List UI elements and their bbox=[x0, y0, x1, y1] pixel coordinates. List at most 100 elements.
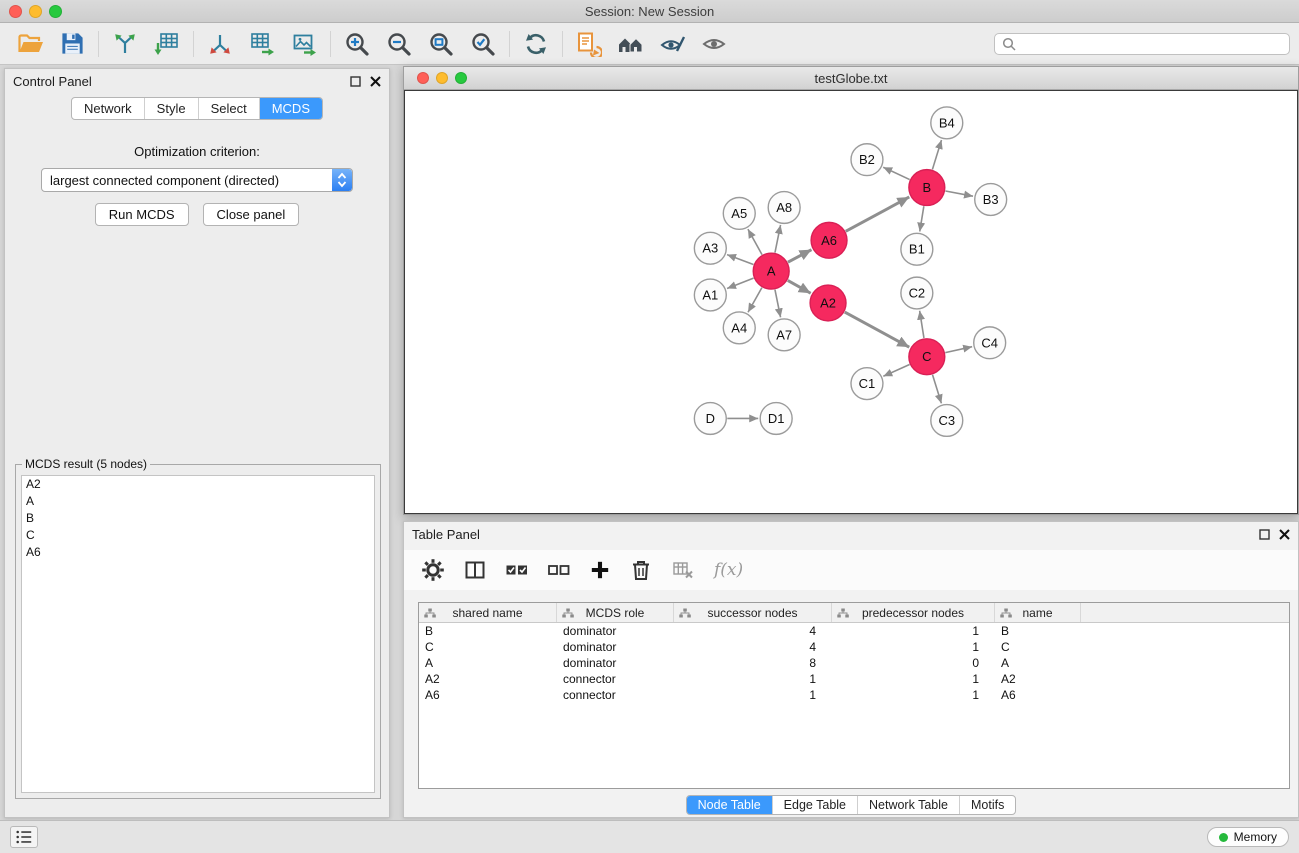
edge-A6-B[interactable] bbox=[846, 197, 910, 231]
close-button[interactable] bbox=[9, 5, 22, 18]
node-C[interactable]: C bbox=[909, 339, 945, 375]
table-cell[interactable]: dominator bbox=[557, 640, 674, 654]
open-session-button[interactable] bbox=[9, 27, 51, 61]
table-row[interactable]: Bdominator41B bbox=[419, 623, 1289, 639]
refresh-view-button[interactable] bbox=[515, 27, 557, 61]
tab-mcds[interactable]: MCDS bbox=[259, 98, 322, 119]
node-B1[interactable]: B1 bbox=[901, 233, 933, 265]
edge-B-B2[interactable] bbox=[883, 167, 909, 179]
node-A1[interactable]: A1 bbox=[694, 279, 726, 311]
deselect-all-button[interactable] bbox=[548, 559, 570, 581]
network-canvas[interactable]: AA1A2A3A4A5A6A7A8BB1B2B3B4CC1C2C3C4DD1 bbox=[404, 90, 1298, 514]
column-header-mcds-role[interactable]: MCDS role bbox=[557, 603, 674, 622]
column-header-successor-nodes[interactable]: successor nodes bbox=[674, 603, 832, 622]
delete-table-button[interactable] bbox=[672, 559, 694, 581]
node-B2[interactable]: B2 bbox=[851, 144, 883, 176]
table-cell[interactable]: 4 bbox=[674, 624, 832, 638]
mcds-result-item[interactable]: C bbox=[22, 527, 374, 544]
table-cell[interactable]: A2 bbox=[419, 672, 557, 686]
table-cell[interactable]: A6 bbox=[995, 688, 1081, 702]
table-cell[interactable]: dominator bbox=[557, 656, 674, 670]
table-cell[interactable]: connector bbox=[557, 672, 674, 686]
table-cell[interactable]: 1 bbox=[674, 688, 832, 702]
show-panel-list-button[interactable] bbox=[10, 826, 38, 848]
edge-A-A2[interactable] bbox=[788, 280, 811, 293]
zoom-fit-button[interactable] bbox=[420, 27, 462, 61]
edge-A-A8[interactable] bbox=[775, 225, 781, 253]
node-B4[interactable]: B4 bbox=[931, 107, 963, 139]
node-A7[interactable]: A7 bbox=[768, 319, 800, 351]
mcds-result-item[interactable]: B bbox=[22, 510, 374, 527]
node-A6[interactable]: A6 bbox=[811, 222, 847, 258]
close-panel-icon-button[interactable] bbox=[370, 76, 381, 87]
search-input[interactable] bbox=[1020, 36, 1282, 51]
welcome-screen-button[interactable] bbox=[610, 27, 652, 61]
node-D[interactable]: D bbox=[694, 403, 726, 435]
export-network-button[interactable] bbox=[199, 27, 241, 61]
table-cell[interactable]: B bbox=[995, 624, 1081, 638]
mcds-result-item[interactable]: A bbox=[22, 493, 374, 510]
delete-column-button[interactable] bbox=[630, 559, 652, 581]
node-D1[interactable]: D1 bbox=[760, 403, 792, 435]
apply-layout-button[interactable] bbox=[568, 27, 610, 61]
edge-A-A1[interactable] bbox=[727, 278, 753, 288]
table-cell[interactable]: B bbox=[419, 624, 557, 638]
edge-C-C1[interactable] bbox=[883, 365, 909, 377]
minimize-button[interactable] bbox=[29, 5, 42, 18]
node-A8[interactable]: A8 bbox=[768, 192, 800, 224]
table-cell[interactable]: C bbox=[419, 640, 557, 654]
select-all-button[interactable] bbox=[506, 559, 528, 581]
table-tab-network-table[interactable]: Network Table bbox=[857, 796, 959, 814]
table-row[interactable]: Cdominator41C bbox=[419, 639, 1289, 655]
edge-A-A6[interactable] bbox=[788, 250, 812, 263]
mcds-result-list[interactable]: A2ABCA6 bbox=[21, 475, 375, 793]
table-cell[interactable]: 1 bbox=[832, 640, 995, 654]
float-panel-button[interactable] bbox=[350, 76, 361, 87]
close-table-panel-button[interactable] bbox=[1279, 529, 1290, 540]
node-B[interactable]: B bbox=[909, 170, 945, 206]
node-A2[interactable]: A2 bbox=[810, 285, 846, 321]
table-cell[interactable]: 1 bbox=[832, 624, 995, 638]
node-C1[interactable]: C1 bbox=[851, 368, 883, 400]
edge-C-C3[interactable] bbox=[933, 375, 942, 404]
tab-network[interactable]: Network bbox=[72, 98, 144, 119]
float-table-panel-button[interactable] bbox=[1259, 529, 1270, 540]
tab-select[interactable]: Select bbox=[198, 98, 259, 119]
edge-B-B1[interactable] bbox=[920, 206, 924, 231]
table-tab-node-table[interactable]: Node Table bbox=[687, 796, 772, 814]
export-image-button[interactable] bbox=[283, 27, 325, 61]
criterion-dropdown[interactable]: largest connected component (directed) bbox=[41, 168, 353, 192]
table-cell[interactable]: A6 bbox=[419, 688, 557, 702]
run-mcds-button[interactable]: Run MCDS bbox=[95, 203, 189, 226]
edge-A-A3[interactable] bbox=[727, 255, 753, 265]
graphics-details-button[interactable] bbox=[652, 27, 694, 61]
edge-C-C4[interactable] bbox=[945, 347, 972, 353]
add-column-button[interactable] bbox=[590, 560, 610, 580]
zoom-in-button[interactable] bbox=[336, 27, 378, 61]
search-field[interactable] bbox=[994, 33, 1290, 55]
table-tab-edge-table[interactable]: Edge Table bbox=[772, 796, 857, 814]
save-session-button[interactable] bbox=[51, 27, 93, 61]
node-A5[interactable]: A5 bbox=[723, 197, 755, 229]
network-close-button[interactable] bbox=[417, 72, 429, 84]
zoom-out-button[interactable] bbox=[378, 27, 420, 61]
table-row[interactable]: Adominator80A bbox=[419, 655, 1289, 671]
column-header-predecessor-nodes[interactable]: predecessor nodes bbox=[832, 603, 995, 622]
table-cell[interactable]: connector bbox=[557, 688, 674, 702]
zoom-selected-button[interactable] bbox=[462, 27, 504, 61]
table-tab-motifs[interactable]: Motifs bbox=[959, 796, 1015, 814]
edge-A-A4[interactable] bbox=[748, 288, 762, 313]
zoom-window-button[interactable] bbox=[49, 5, 62, 18]
memory-button[interactable]: Memory bbox=[1207, 827, 1289, 847]
table-cell[interactable]: 1 bbox=[832, 672, 995, 686]
show-columns-button[interactable] bbox=[464, 559, 486, 581]
column-header-shared-name[interactable]: shared name bbox=[419, 603, 557, 622]
node-C4[interactable]: C4 bbox=[974, 327, 1006, 359]
import-table-button[interactable] bbox=[146, 27, 188, 61]
node-A3[interactable]: A3 bbox=[694, 232, 726, 264]
edge-B-B3[interactable] bbox=[945, 191, 973, 196]
table-cell[interactable]: dominator bbox=[557, 624, 674, 638]
network-zoom-button[interactable] bbox=[455, 72, 467, 84]
close-panel-button[interactable]: Close panel bbox=[203, 203, 300, 226]
column-header-name[interactable]: name bbox=[995, 603, 1081, 622]
